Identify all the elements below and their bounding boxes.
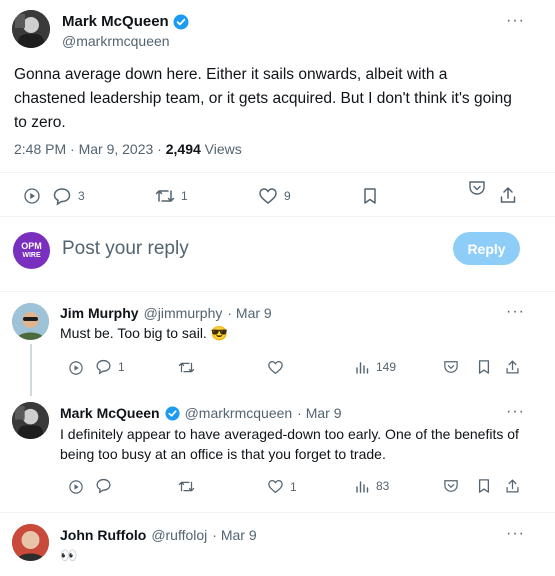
reply-author-name[interactable]: John Ruffolo: [60, 527, 146, 543]
share-icon[interactable]: [505, 478, 520, 494]
author-name[interactable]: Mark McQueen: [62, 13, 169, 30]
share-icon[interactable]: [499, 186, 517, 204]
verified-badge-icon: [165, 405, 180, 421]
like-action[interactable]: [267, 360, 290, 375]
retweet-icon: [178, 479, 195, 494]
reply-input[interactable]: Post your reply: [62, 238, 189, 260]
heart-icon: [258, 187, 278, 205]
reply-date[interactable]: · Mar 9: [212, 527, 256, 543]
views-count: 83: [376, 479, 390, 493]
reply-text: 👀: [60, 547, 78, 563]
reply-button[interactable]: Reply: [453, 232, 520, 265]
verified-badge-icon: [173, 14, 189, 30]
more-options-icon[interactable]: ···: [506, 525, 525, 543]
like-count: 1: [290, 479, 297, 494]
pocket-save-icon[interactable]: [468, 180, 486, 196]
views-action[interactable]: 83: [355, 479, 389, 493]
play-icon[interactable]: [24, 188, 40, 204]
reply-action[interactable]: [95, 477, 118, 494]
reply-text-line: being too busy at an office is that you …: [60, 446, 386, 462]
tweet-timestamp[interactable]: 2:48 PM · Mar 9, 2023 ·: [14, 141, 166, 157]
reply-action[interactable]: 1: [95, 358, 125, 375]
tweet-text-line: to zero.: [14, 114, 66, 131]
reply-action[interactable]: 3: [52, 186, 85, 206]
retweet-icon: [178, 360, 195, 375]
avatar-mark-mcqueen[interactable]: [12, 10, 50, 48]
views-count: 2,494: [165, 141, 201, 157]
tweet-text-line: Gonna average down here. Either it sails…: [14, 66, 448, 83]
tweet-text: Gonna average down here. Either it sails…: [14, 63, 544, 135]
author-handle[interactable]: @markrmcqueen: [62, 33, 170, 49]
reply-count: 3: [78, 189, 85, 203]
views-label: Views: [200, 141, 242, 157]
bookmark-icon[interactable]: [362, 187, 378, 205]
like-action[interactable]: 9: [258, 187, 291, 205]
pocket-save-icon[interactable]: [443, 360, 459, 374]
thread-connector: [30, 344, 32, 396]
avatar-mark-mcqueen[interactable]: [12, 402, 49, 439]
avatar-opm-text: OPM: [21, 241, 42, 251]
avatar-john-ruffolo[interactable]: [12, 524, 49, 561]
retweet-count: 1: [181, 189, 188, 203]
play-icon[interactable]: [69, 480, 83, 494]
share-icon[interactable]: [505, 359, 520, 375]
avatar-jim-murphy[interactable]: [12, 303, 49, 340]
avatar-opm-wire[interactable]: OPM WIRE: [13, 232, 50, 269]
retweet-action[interactable]: [178, 360, 201, 375]
play-icon[interactable]: [69, 361, 83, 375]
retweet-action[interactable]: [178, 479, 201, 494]
more-options-icon[interactable]: ···: [506, 12, 525, 30]
reply-count: 1: [118, 359, 125, 374]
more-options-icon[interactable]: ···: [506, 403, 525, 421]
views-action[interactable]: 149: [355, 360, 396, 374]
reply-author-name[interactable]: Mark McQueen: [60, 405, 160, 421]
reply-text: I definitely appear to have averaged-dow…: [60, 424, 545, 464]
retweet-icon: [155, 187, 175, 205]
reply-icon: [52, 186, 72, 206]
reply-author-handle[interactable]: @jimmurphy: [144, 305, 223, 321]
like-count: 9: [284, 189, 291, 203]
reply-author-handle[interactable]: @markrmcqueen: [185, 405, 293, 421]
tweet-text-line: chastened leadership team, or it gets ac…: [14, 90, 512, 107]
heart-icon: [267, 360, 284, 375]
tweet-meta: 2:48 PM · Mar 9, 2023 · 2,494 Views: [14, 141, 242, 157]
reply-icon: [95, 358, 112, 375]
views-count: 149: [376, 360, 397, 374]
reply-icon: [95, 477, 112, 494]
reply-date[interactable]: · Mar 9: [297, 405, 341, 421]
heart-icon: [267, 479, 284, 494]
reply-text: Must be. Too big to sail. 😎: [60, 325, 229, 341]
reply-text-line: I definitely appear to have averaged-dow…: [60, 426, 519, 442]
like-action[interactable]: 1: [267, 479, 297, 494]
avatar-wire-text: WIRE: [22, 252, 41, 259]
reply-date[interactable]: · Mar 9: [227, 305, 271, 321]
bookmark-icon[interactable]: [477, 359, 491, 375]
retweet-action[interactable]: 1: [155, 187, 188, 205]
bookmark-icon[interactable]: [477, 478, 491, 494]
analytics-icon: [355, 360, 370, 374]
reply-author-handle[interactable]: @ruffoloj: [151, 527, 207, 543]
reply-author-name[interactable]: Jim Murphy: [60, 305, 139, 321]
pocket-save-icon[interactable]: [443, 479, 459, 493]
more-options-icon[interactable]: ···: [506, 303, 525, 321]
analytics-icon: [355, 479, 370, 493]
